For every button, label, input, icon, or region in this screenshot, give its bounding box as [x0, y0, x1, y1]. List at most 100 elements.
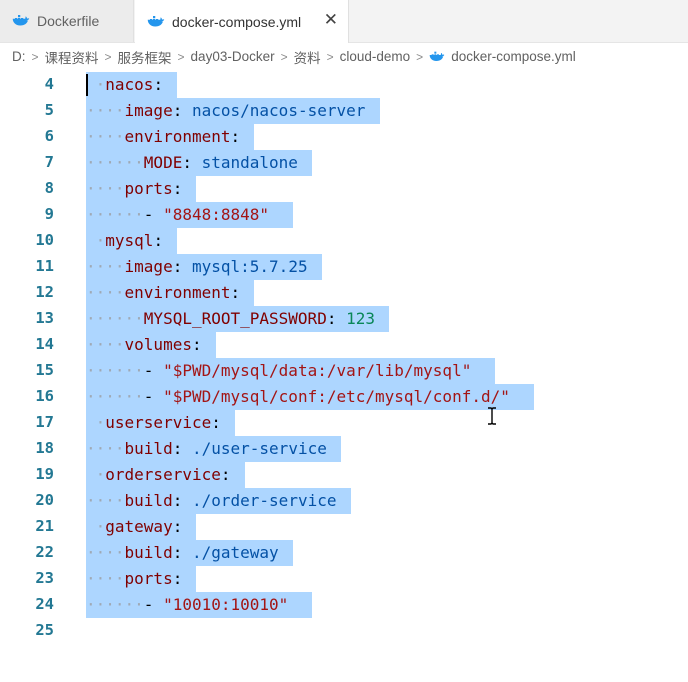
tab-label: docker-compose.yml: [172, 13, 302, 30]
yaml-colon: :: [230, 283, 241, 302]
code-line[interactable]: 18 ····build: ./user-service: [0, 436, 688, 462]
code-line[interactable]: 5 ····image: nacos/nacos-server: [0, 98, 688, 124]
chevron-right-icon: >: [31, 49, 39, 64]
code-text: ·gateway:: [86, 516, 183, 538]
code-line[interactable]: 15 ······- "$PWD/mysql/data:/var/lib/mysq…: [0, 358, 688, 384]
breadcrumb-item[interactable]: 课程资料: [45, 47, 99, 67]
line-number: 21: [35, 517, 54, 535]
code-text: ····image: nacos/nacos-server: [86, 100, 365, 122]
code-text: ·userservice:: [86, 412, 221, 434]
whitespace-marker: ····: [86, 543, 125, 562]
code-text: ····build: ./user-service: [86, 438, 327, 460]
line-number: 11: [35, 257, 54, 275]
code-text: ····environment:: [86, 282, 240, 304]
line-number: 5: [44, 101, 54, 119]
list-dash: -: [143, 205, 154, 224]
whitespace-marker: ····: [86, 257, 125, 276]
yaml-value: "$PWD/mysql/conf:/etc/mysql/conf.d/": [163, 387, 510, 406]
line-number: 8: [44, 179, 54, 197]
code-text: ····build: ./gateway: [86, 542, 279, 564]
code-text: ······- "10010:10010": [86, 594, 288, 616]
code-line[interactable]: 8 ····ports:: [0, 176, 688, 202]
yaml-key: build: [124, 491, 173, 510]
line-number: 12: [35, 283, 54, 301]
chevron-right-icon: >: [416, 49, 424, 64]
code-line[interactable]: 13 ······MYSQL_ROOT_PASSWORD: 123: [0, 306, 688, 332]
code-line[interactable]: 4 ·nacos:: [0, 72, 688, 98]
yaml-key: ports: [124, 569, 173, 588]
close-icon[interactable]: ✕: [324, 10, 338, 30]
tab-docker-compose[interactable]: docker-compose.yml ✕: [135, 0, 349, 43]
yaml-colon: :: [172, 543, 183, 562]
chevron-right-icon: >: [326, 49, 334, 64]
line-number: 22: [35, 543, 54, 561]
code-line[interactable]: 16 ······- "$PWD/mysql/conf:/etc/mysql/co…: [0, 384, 688, 410]
tab-label: Dockerfile: [37, 13, 100, 29]
code-line[interactable]: 10 ·mysql:: [0, 228, 688, 254]
code-line[interactable]: 11 ····image: mysql:5.7.25: [0, 254, 688, 280]
breadcrumb-item[interactable]: D:: [12, 49, 26, 64]
code-editor[interactable]: 4 ·nacos: 5 ····image: nacos/nacos-server 6…: [0, 72, 688, 682]
yaml-value: ./user-service: [191, 439, 327, 458]
line-number: 17: [35, 413, 54, 431]
yaml-colon: :: [172, 517, 183, 536]
whitespace-marker: ····: [86, 439, 125, 458]
yaml-value: "8848:8848": [163, 205, 270, 224]
yaml-colon: :: [172, 491, 183, 510]
code-text: ······- "$PWD/mysql/data:/var/lib/mysql": [86, 360, 471, 382]
code-line[interactable]: 17 ·userservice:: [0, 410, 688, 436]
breadcrumb-item[interactable]: docker-compose.yml: [451, 49, 576, 64]
yaml-colon: :: [172, 569, 183, 588]
yaml-colon: :: [230, 127, 241, 146]
docker-whale-icon: [429, 51, 445, 61]
code-line[interactable]: 23 ····ports:: [0, 566, 688, 592]
code-text: ······MODE: standalone: [86, 152, 298, 174]
whitespace-marker: ·: [86, 517, 106, 536]
code-line[interactable]: 6 ····environment:: [0, 124, 688, 150]
tab-dockerfile[interactable]: Dockerfile: [0, 0, 134, 42]
whitespace-marker: ·: [86, 231, 106, 250]
line-number: 10: [35, 231, 54, 249]
yaml-colon: :: [211, 413, 221, 432]
code-line[interactable]: 7 ······MODE: standalone: [0, 150, 688, 176]
yaml-colon: :: [191, 335, 202, 354]
yaml-key: MYSQL_ROOT_PASSWORD: [143, 309, 327, 328]
code-line[interactable]: 25: [0, 618, 688, 644]
chevron-right-icon: >: [104, 49, 112, 64]
code-line[interactable]: 9 ······- "8848:8848": [0, 202, 688, 228]
whitespace-marker: ·: [86, 413, 106, 432]
whitespace-marker: ····: [86, 179, 125, 198]
whitespace-marker: ····: [86, 335, 125, 354]
breadcrumb-item[interactable]: cloud-demo: [340, 49, 411, 64]
code-text: ·orderservice:: [86, 464, 231, 486]
code-line[interactable]: 14 ····volumes:: [0, 332, 688, 358]
breadcrumb-item[interactable]: 服务框架: [118, 47, 172, 67]
whitespace-marker: ······: [86, 153, 144, 172]
yaml-value: "$PWD/mysql/data:/var/lib/mysql": [163, 361, 472, 380]
whitespace-marker: ······: [86, 595, 144, 614]
yaml-key: build: [124, 439, 173, 458]
docker-whale-icon: [147, 15, 165, 26]
code-text: ······MYSQL_ROOT_PASSWORD: 123: [86, 308, 375, 330]
yaml-colon: :: [153, 231, 164, 250]
code-line[interactable]: 19 ·orderservice:: [0, 462, 688, 488]
code-line[interactable]: 20 ····build: ./order-service: [0, 488, 688, 514]
code-line[interactable]: 22 ····build: ./gateway: [0, 540, 688, 566]
whitespace-marker: ·: [86, 75, 106, 94]
whitespace-marker: ····: [86, 491, 125, 510]
yaml-value: ./gateway: [191, 543, 279, 562]
breadcrumb-item[interactable]: day03-Docker: [191, 49, 275, 64]
yaml-value: mysql:5.7.25: [191, 257, 308, 276]
code-text: ····volumes:: [86, 334, 202, 356]
whitespace-marker: ······: [86, 205, 144, 224]
breadcrumb-item[interactable]: 资料: [294, 47, 321, 67]
code-line[interactable]: 12 ····environment:: [0, 280, 688, 306]
yaml-colon: :: [182, 153, 192, 172]
yaml-key: mysql: [105, 231, 154, 250]
yaml-key: image: [124, 101, 173, 120]
tab-bar: Dockerfile docker-compose.yml ✕: [0, 0, 688, 43]
docker-whale-icon: [12, 15, 30, 26]
code-line[interactable]: 21 ·gateway:: [0, 514, 688, 540]
yaml-colon: :: [220, 465, 231, 484]
code-line[interactable]: 24 ······- "10010:10010": [0, 592, 688, 618]
